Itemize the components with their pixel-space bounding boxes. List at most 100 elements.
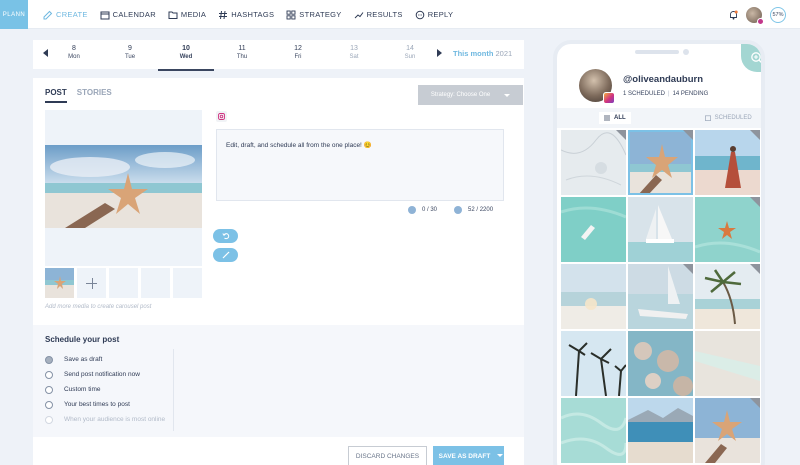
nav-media-label: MEDIA: [180, 10, 207, 19]
grid-post[interactable]: [695, 264, 760, 329]
schedule-options: Save as draft Send post notification now…: [45, 352, 165, 427]
nav-hashtags[interactable]: HASHTAGS: [218, 10, 274, 20]
zoom-in-icon: [751, 52, 761, 64]
day-thu[interactable]: 11 Thu: [214, 45, 270, 60]
instagram-icon[interactable]: [216, 111, 227, 122]
nav-strategy-label: STRATEGY: [299, 10, 342, 19]
magic-wand-icon: [222, 251, 229, 259]
edit-icon: [43, 10, 53, 19]
nav-create[interactable]: CREATE: [43, 10, 88, 20]
day-wed[interactable]: 10 Wed: [158, 45, 214, 71]
day-mon[interactable]: 8 Mon: [46, 45, 102, 60]
option-custom-time[interactable]: Custom time: [45, 382, 165, 397]
save-as-draft-button[interactable]: SAVE AS DRAFT: [433, 446, 504, 465]
grid-post[interactable]: [628, 197, 693, 262]
grid-post[interactable]: [561, 331, 626, 396]
grid-post[interactable]: [561, 130, 626, 195]
option-label: Send post notification now: [64, 371, 140, 378]
hashtag-icon: [219, 10, 228, 19]
filter-all[interactable]: ALL: [599, 112, 631, 124]
save-options-chevron-icon[interactable]: [497, 454, 503, 457]
divider: [173, 349, 174, 431]
media-image: [45, 145, 202, 228]
day-tue[interactable]: 9 Tue: [102, 45, 158, 60]
phone-speaker: [635, 50, 679, 54]
nav-reply[interactable]: REPLY: [415, 10, 454, 20]
calendar-icon: [100, 11, 110, 19]
instagram-grid: [561, 130, 761, 463]
thumbnail-selected[interactable]: [45, 268, 74, 298]
list-icon: [604, 115, 610, 121]
calendar-icon: [704, 115, 711, 121]
tab-post[interactable]: POST: [45, 88, 67, 103]
day-number: 13: [350, 45, 358, 52]
grid-icon: [286, 10, 296, 19]
nav-results[interactable]: RESULTS: [354, 10, 403, 20]
day-sun[interactable]: 14 Sun: [382, 45, 438, 60]
grid-post[interactable]: [695, 398, 760, 463]
scheduled-count: 1 SCHEDULED: [623, 91, 666, 97]
day-name: Sat: [349, 54, 359, 60]
top-right-controls: 57%: [729, 0, 800, 29]
grid-post[interactable]: [628, 398, 693, 463]
day-number: 10: [182, 45, 190, 52]
caption-counters: 0 / 30 52 / 2200: [408, 206, 493, 214]
option-best-times[interactable]: Your best times to post: [45, 397, 165, 412]
day-number: 12: [294, 45, 302, 52]
carousel-hint: Add more media to create carousel post: [45, 304, 152, 310]
tab-stories[interactable]: STORIES: [77, 88, 112, 103]
grid-post[interactable]: [695, 130, 760, 195]
carousel-corner-icon: [750, 264, 760, 274]
day-number: 9: [128, 45, 132, 52]
option-save-as-draft[interactable]: Save as draft: [45, 352, 165, 367]
grid-post[interactable]: [695, 197, 760, 262]
zoom-button[interactable]: [741, 44, 761, 72]
day-number: 8: [72, 45, 76, 52]
option-notify-now[interactable]: Send post notification now: [45, 367, 165, 382]
trend-icon: [354, 11, 363, 18]
radio: [45, 385, 53, 394]
empty-slot[interactable]: [173, 268, 202, 298]
nav-strategy[interactable]: STRATEGY: [286, 10, 341, 20]
pending-count: 14 PENDING: [672, 91, 709, 97]
grid-post[interactable]: [695, 331, 760, 396]
plann-logo[interactable]: PLANN: [0, 0, 28, 29]
option-audience-online: When your audience is most online: [45, 412, 165, 427]
caption-input[interactable]: [216, 129, 504, 201]
grid-post[interactable]: [561, 398, 626, 463]
carousel-corner-icon: [683, 130, 693, 140]
discard-changes-button[interactable]: DISCARD CHANGES: [348, 446, 427, 465]
empty-slot[interactable]: [141, 268, 170, 298]
undo-button[interactable]: [213, 229, 238, 243]
grid-post[interactable]: [628, 264, 693, 329]
instagram-preview-phone: @oliveandauburn 1 SCHEDULED | 14 PENDING A…: [553, 40, 765, 465]
bell-icon[interactable]: [729, 10, 738, 20]
schedule-title: Schedule your post: [45, 335, 120, 344]
carousel-thumbnails: [45, 268, 205, 298]
radio: [45, 415, 53, 424]
grid-post[interactable]: [628, 331, 693, 396]
edit-media-button[interactable]: [213, 248, 238, 262]
grid-post[interactable]: [561, 197, 626, 262]
next-week-arrow-icon[interactable]: [437, 49, 442, 57]
strategy-dropdown[interactable]: Strategy: Choose One: [418, 85, 523, 105]
day-sat[interactable]: 13 Sat: [326, 45, 382, 60]
grid-post[interactable]: [561, 264, 626, 329]
account-avatar[interactable]: [746, 6, 764, 25]
nav-media[interactable]: MEDIA: [168, 10, 206, 20]
nav-calendar[interactable]: CALENDAR: [100, 10, 156, 20]
folder-icon: [168, 11, 178, 19]
carousel-corner-icon: [750, 197, 760, 207]
progress-indicator[interactable]: 57%: [770, 6, 786, 23]
hashtag-count: 0 / 30: [422, 207, 438, 213]
character-count-icon: [454, 206, 463, 214]
month-year: 2021: [495, 49, 513, 58]
this-month-link[interactable]: This month 2021: [453, 49, 512, 58]
day-fri[interactable]: 12 Fri: [270, 45, 326, 60]
add-media-button[interactable]: [77, 268, 106, 298]
empty-slot[interactable]: [109, 268, 138, 298]
grid-post-selected[interactable]: [628, 130, 693, 195]
media-preview[interactable]: [45, 110, 238, 266]
instagram-badge-icon: [603, 92, 615, 104]
filter-scheduled[interactable]: SCHEDULED: [704, 115, 752, 121]
